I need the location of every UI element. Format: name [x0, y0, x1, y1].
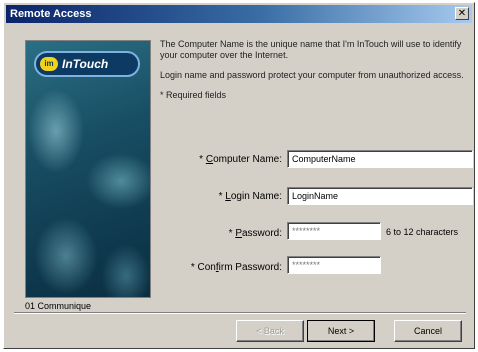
- password-input[interactable]: ********: [287, 222, 381, 240]
- computer-name-label: * Computer Name:: [172, 154, 282, 165]
- close-icon[interactable]: ✕: [455, 7, 469, 20]
- label-rest: ogin Name:: [230, 191, 282, 202]
- label-prefix: * Con: [190, 262, 216, 273]
- label-access-key: P: [235, 228, 242, 239]
- intro-text: The Computer Name is the unique name tha…: [160, 39, 465, 110]
- title-bar[interactable]: Remote Access ✕: [6, 5, 472, 23]
- label-access-key: C: [205, 154, 214, 165]
- login-name-input[interactable]: LoginName: [287, 187, 473, 205]
- window-title: Remote Access: [10, 8, 92, 20]
- confirm-password-label: * Confirm Password:: [172, 262, 282, 273]
- status-text: 01 Communique: [25, 301, 92, 311]
- computer-name-input[interactable]: ComputerName: [287, 150, 473, 168]
- logo-text: InTouch: [62, 57, 109, 71]
- label-rest: irm Password:: [218, 262, 282, 273]
- cancel-button[interactable]: Cancel: [394, 320, 462, 342]
- intro-computer-name: The Computer Name is the unique name tha…: [160, 39, 462, 60]
- label-rest: assword:: [241, 228, 282, 239]
- confirm-password-input[interactable]: ********: [287, 256, 381, 274]
- back-button[interactable]: < Back: [236, 320, 304, 342]
- required-fields-note: * Required fields: [160, 90, 227, 100]
- next-button[interactable]: Next >: [307, 320, 375, 342]
- label-prefix: *: [199, 154, 206, 165]
- password-length-hint: 6 to 12 characters: [386, 227, 459, 237]
- password-label: * Password:: [172, 228, 282, 239]
- divider: [14, 312, 466, 314]
- login-name-label: * Login Name:: [172, 191, 282, 202]
- side-banner-image: im InTouch: [25, 40, 151, 298]
- logo-badge: im: [40, 57, 58, 71]
- intro-login: Login name and password protect your com…: [160, 70, 464, 80]
- label-rest: omputer Name:: [213, 154, 282, 165]
- intouch-logo: im InTouch: [34, 51, 140, 77]
